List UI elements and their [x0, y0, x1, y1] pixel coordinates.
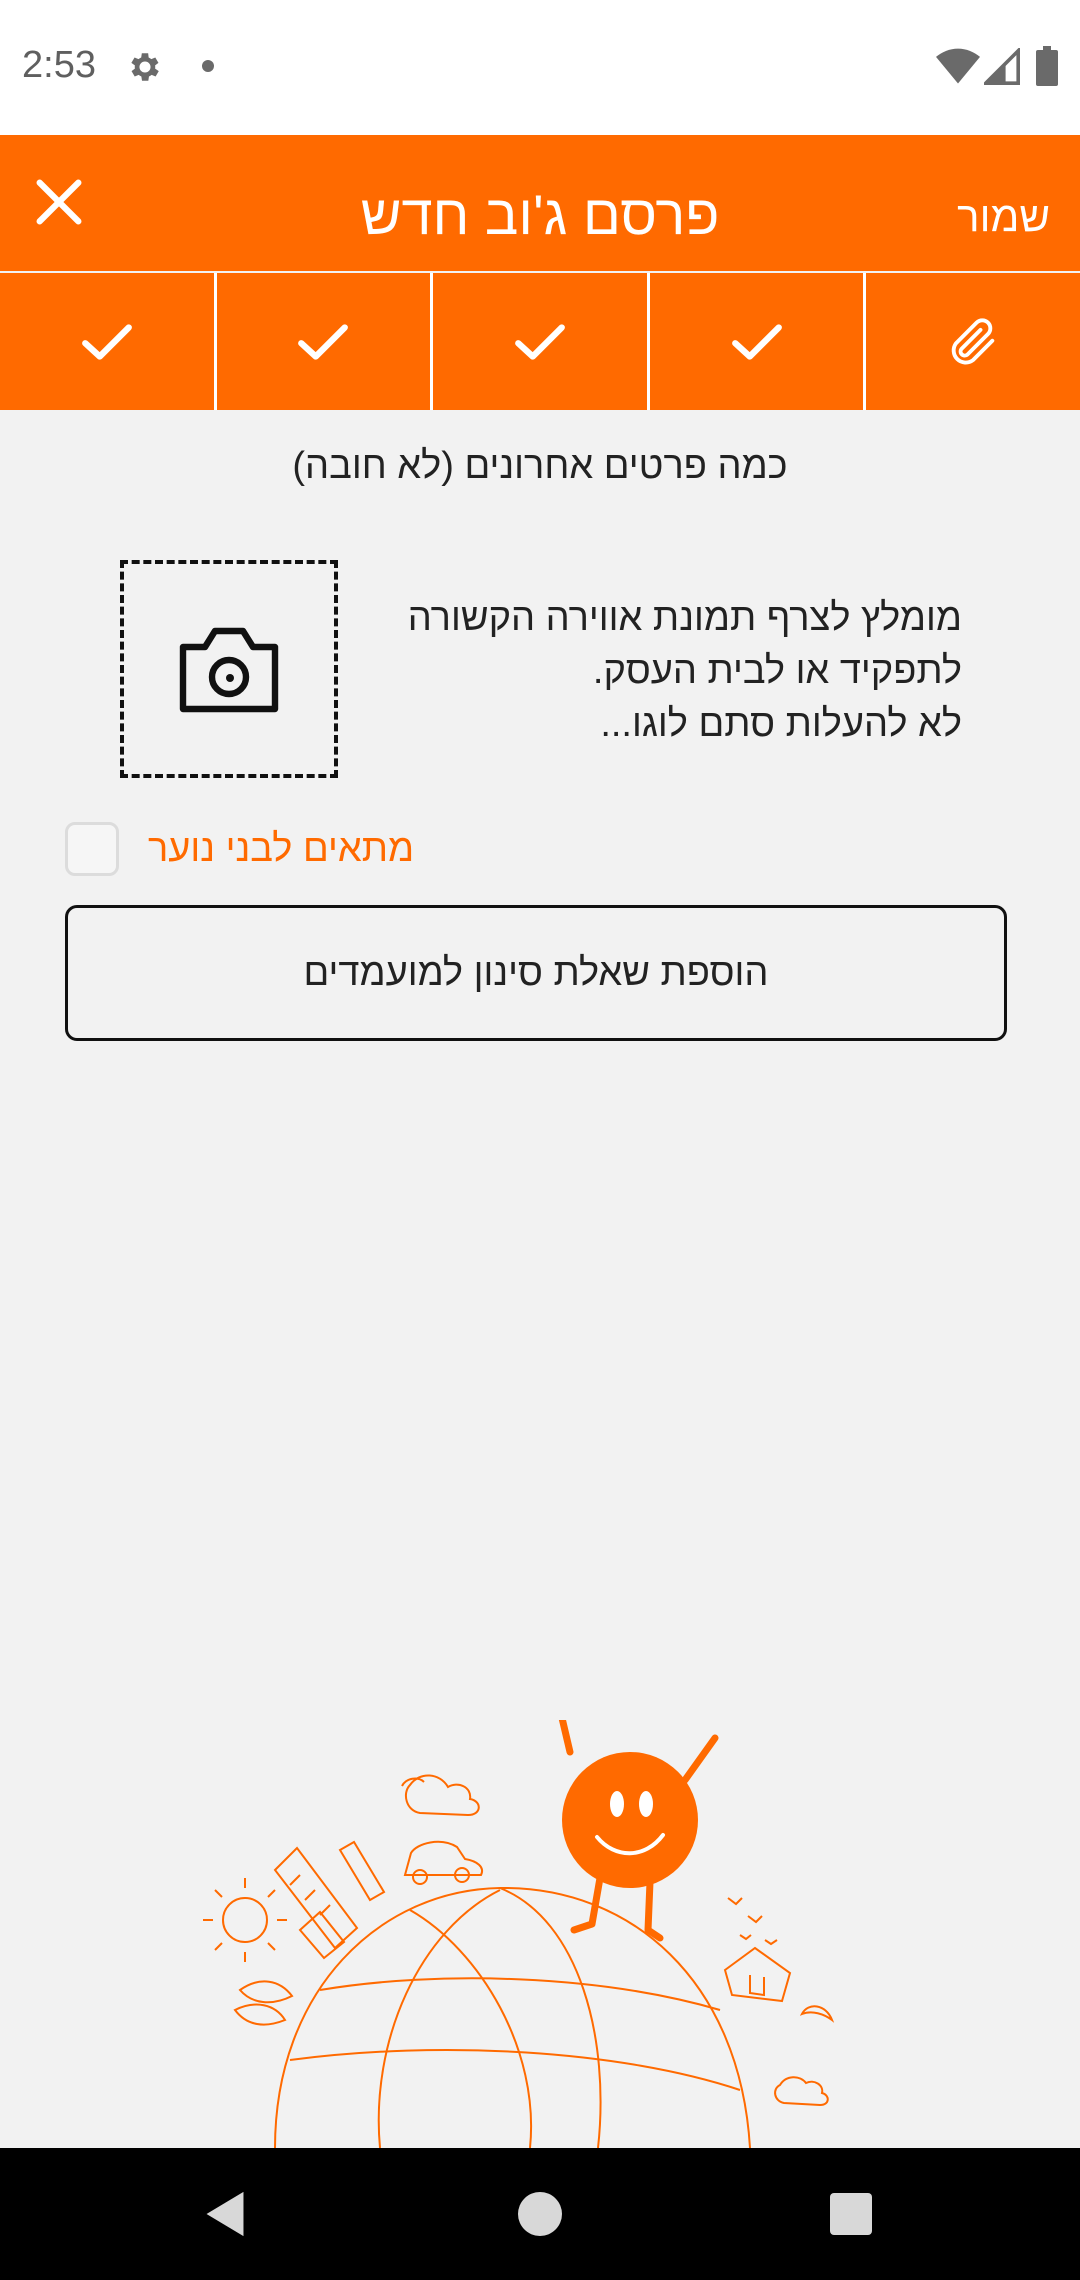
- wifi-icon: [936, 48, 980, 84]
- step-tab-1[interactable]: [0, 273, 217, 410]
- dot-icon: [202, 60, 214, 72]
- check-icon: [298, 323, 349, 360]
- navigation-bar: [0, 2148, 1080, 2280]
- step-tabs: [0, 273, 1080, 410]
- recents-icon[interactable]: [830, 2193, 872, 2235]
- step-tab-3[interactable]: [433, 273, 650, 410]
- add-filter-question-button[interactable]: הוספת שאלת סינון למועמדים: [65, 905, 1007, 1041]
- photo-hint-line: לא להעלות סתם לוגו...: [600, 703, 962, 745]
- add-photo-button[interactable]: [120, 560, 338, 778]
- step-tab-4[interactable]: [650, 273, 867, 410]
- photo-hint: מומלץ לצרף תמונת אווירה הקשורה לתפקיד או…: [360, 592, 962, 751]
- home-icon[interactable]: [518, 2192, 562, 2236]
- check-icon: [515, 323, 565, 360]
- app-header: פרסם ג'וב חדש שמור: [0, 135, 1080, 271]
- step-tab-5[interactable]: [866, 273, 1080, 410]
- signal-icon: [984, 48, 1020, 85]
- photo-hint-line: מומלץ לצרף תמונת אווירה הקשורה: [407, 597, 962, 639]
- section-title: כמה פרטים אחרונים (לא חובה): [292, 445, 788, 487]
- status-time: 2:53: [22, 44, 96, 86]
- page-title: פרסם ג'וב חדש: [360, 183, 720, 246]
- teen-checkbox[interactable]: [65, 822, 119, 876]
- gear-icon: [131, 53, 159, 81]
- back-icon[interactable]: [202, 2190, 248, 2238]
- paperclip-icon: [951, 317, 995, 364]
- battery-icon: [1036, 46, 1058, 86]
- status-bar: 2:53: [0, 0, 1080, 135]
- camera-icon: [179, 627, 279, 713]
- teen-label[interactable]: מתאים לבני נוער: [148, 828, 414, 871]
- step-tab-2[interactable]: [217, 273, 434, 410]
- save-button[interactable]: שמור: [957, 193, 1050, 241]
- check-icon: [731, 323, 782, 360]
- check-icon: [81, 323, 132, 360]
- photo-hint-line: לתפקיד או לבית העסק.: [592, 650, 962, 692]
- screen: 2:53 פרסם ג'וב חדש שמור כמה פרטים אחרוני…: [0, 0, 1080, 2280]
- mascot-globe-illustration: [203, 1720, 835, 2148]
